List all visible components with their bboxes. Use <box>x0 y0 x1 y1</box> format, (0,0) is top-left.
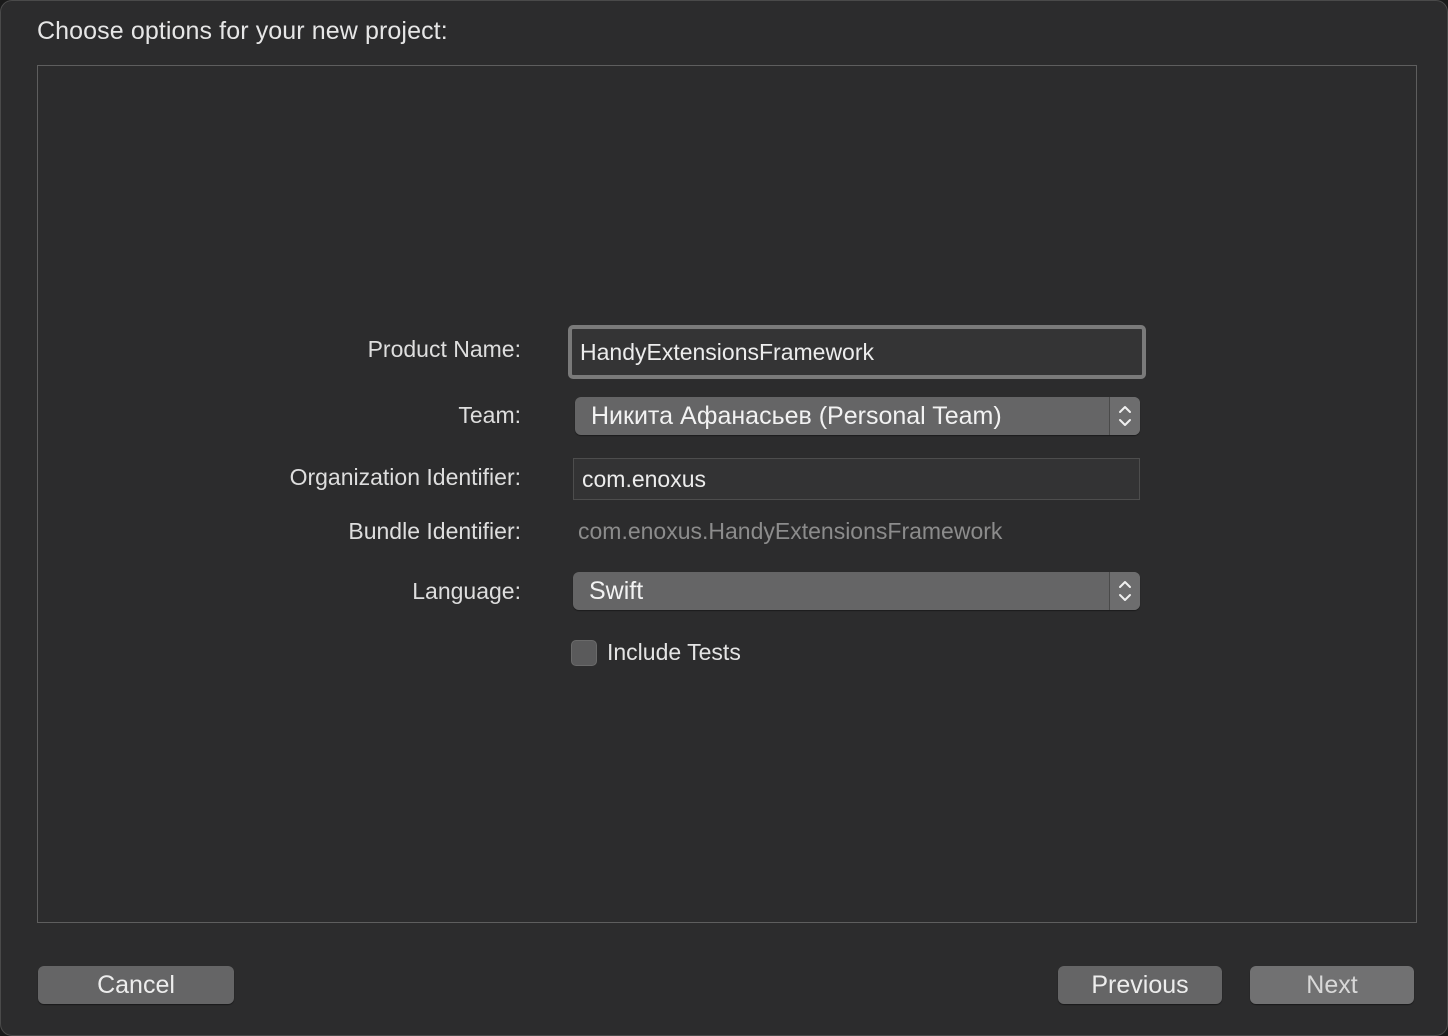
product-name-value: HandyExtensionsFramework <box>580 338 875 365</box>
language-popup[interactable]: Swift <box>573 572 1140 610</box>
team-popup[interactable]: Никита Афанасьев (Personal Team) <box>575 397 1140 435</box>
include-tests-checkbox[interactable] <box>571 639 597 666</box>
organization-identifier-field[interactable]: com.enoxus <box>573 458 1140 500</box>
previous-button[interactable]: Previous <box>1058 966 1222 1004</box>
include-tests-row[interactable]: Include Tests <box>571 639 741 666</box>
options-panel: Product Name: HandyExtensionsFramework T… <box>37 65 1417 923</box>
team-label: Team: <box>458 402 521 428</box>
include-tests-label: Include Tests <box>607 639 741 665</box>
product-name-field[interactable]: HandyExtensionsFramework <box>568 325 1146 379</box>
team-selected: Никита Афанасьев (Personal Team) <box>591 401 1002 430</box>
dialog-title: Choose options for your new project: <box>37 17 448 45</box>
chevron-up-down-icon <box>1109 397 1140 435</box>
organization-identifier-label: Organization Identifier: <box>289 464 521 490</box>
chevron-up-down-icon <box>1109 572 1140 610</box>
next-button[interactable]: Next <box>1250 966 1414 1004</box>
language-label: Language: <box>412 578 521 604</box>
bundle-identifier-label: Bundle Identifier: <box>348 518 521 544</box>
organization-identifier-value: com.enoxus <box>582 465 707 492</box>
language-selected: Swift <box>589 576 644 605</box>
new-project-dialog: Choose options for your new project: Pro… <box>0 0 1448 1036</box>
bundle-identifier-value: com.enoxus.HandyExtensionsFramework <box>578 518 1003 544</box>
cancel-button[interactable]: Cancel <box>38 966 234 1004</box>
product-name-label: Product Name: <box>367 336 521 362</box>
